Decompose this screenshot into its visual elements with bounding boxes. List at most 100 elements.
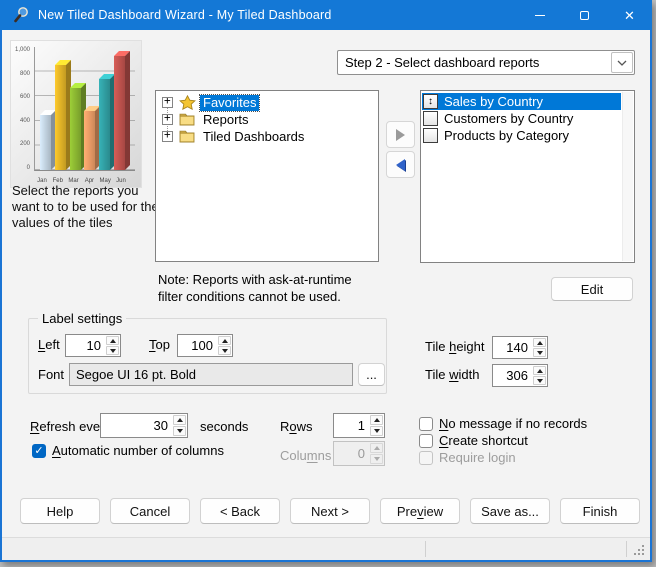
close-button[interactable]: ✕: [607, 0, 652, 30]
expand-plus-icon[interactable]: [162, 97, 173, 108]
spin-down-button[interactable]: [106, 346, 119, 355]
remove-report-button[interactable]: [386, 151, 415, 178]
runtime-filter-note: Note: Reports with ask-at-runtime filter…: [158, 271, 352, 305]
finish-button[interactable]: Finish: [560, 498, 640, 524]
up-arrow-icon: [537, 369, 543, 373]
spin-down-button[interactable]: [370, 426, 383, 436]
spin-down-button[interactable]: [533, 348, 546, 357]
maximize-button[interactable]: [562, 0, 607, 30]
font-label: Font: [38, 367, 64, 382]
tree-item-label: Reports: [200, 112, 252, 128]
spin-down-button[interactable]: [533, 376, 546, 385]
preview-button[interactable]: Preview: [380, 498, 460, 524]
columns-label: Columns: [280, 448, 331, 463]
down-arrow-icon: [177, 429, 183, 433]
back-button[interactable]: < Back: [200, 498, 280, 524]
list-item-label: Customers by Country: [444, 111, 573, 126]
checkbox-icon[interactable]: [419, 417, 433, 431]
spin-up-button[interactable]: [533, 338, 546, 347]
seconds-label: seconds: [200, 419, 248, 434]
require-login-checkbox-row: Require login: [419, 450, 516, 465]
tile-height-spinner[interactable]: 140: [492, 336, 548, 359]
star-icon: [179, 95, 196, 110]
expand-plus-icon[interactable]: [162, 131, 173, 142]
down-arrow-icon: [222, 349, 228, 353]
status-separator: [626, 541, 627, 557]
wizard-caption: Select the reports you want to to be use…: [12, 183, 160, 231]
font-browse-button[interactable]: ...: [358, 363, 385, 386]
spin-up-button[interactable]: [218, 336, 231, 345]
tree-item-reports[interactable]: Reports: [156, 111, 378, 128]
next-button[interactable]: Next >: [290, 498, 370, 524]
status-separator: [425, 541, 426, 557]
require-login-label: Require login: [439, 450, 516, 465]
list-item-products-by-category[interactable]: Products by Category: [422, 127, 621, 144]
spin-down-button[interactable]: [173, 426, 186, 436]
top-spinner[interactable]: 100: [177, 334, 233, 357]
step-selector-dropdown[interactable]: Step 2 - Select dashboard reports: [337, 50, 635, 75]
checkbox-checked-icon[interactable]: [32, 444, 46, 458]
step-selector-value: Step 2 - Select dashboard reports: [338, 55, 611, 70]
status-bar: [2, 537, 650, 560]
down-arrow-icon: [110, 349, 116, 353]
folder-icon: [179, 112, 196, 127]
up-arrow-icon: [537, 341, 543, 345]
list-scrollbar[interactable]: [622, 92, 633, 261]
chart-y-axis: 1,0008006004002000: [11, 47, 32, 171]
no-message-checkbox-row[interactable]: No message if no records: [419, 416, 587, 431]
left-label: Left: [38, 337, 60, 352]
spin-down-button[interactable]: [218, 346, 231, 355]
reorder-updown-icon[interactable]: ↕: [423, 94, 438, 109]
add-report-button[interactable]: [386, 121, 415, 148]
up-arrow-icon: [222, 339, 228, 343]
tile-height-label: Tile height: [425, 339, 485, 354]
spin-up-button[interactable]: [173, 415, 186, 425]
tree-item-tiled-dashboards[interactable]: Tiled Dashboards: [156, 128, 378, 145]
reorder-placeholder-box: [423, 128, 438, 143]
help-button[interactable]: Help: [20, 498, 100, 524]
refresh-spinner[interactable]: 30: [100, 413, 188, 438]
minimize-icon: [535, 15, 545, 16]
tree-item-favorites[interactable]: Favorites: [156, 94, 378, 111]
tile-width-spinner[interactable]: 306: [492, 364, 548, 387]
selected-reports-list[interactable]: ↕ Sales by Country Customers by Country …: [420, 90, 635, 263]
left-spinner[interactable]: 10: [65, 334, 121, 357]
chevron-down-icon: [611, 52, 633, 73]
tree-item-label: Favorites: [200, 95, 259, 111]
wizard-chart-image: 1,0008006004002000 JanFebMarAprMayJun: [10, 40, 142, 188]
spin-up-button[interactable]: [533, 366, 546, 375]
columns-spinner: 0: [333, 441, 385, 466]
tree-item-label: Tiled Dashboards: [200, 129, 307, 145]
right-arrow-icon: [396, 129, 405, 141]
expand-plus-icon[interactable]: [162, 114, 173, 125]
create-shortcut-label: Create shortcut: [439, 433, 528, 448]
spin-up-button[interactable]: [370, 415, 383, 425]
down-arrow-icon: [537, 351, 543, 355]
top-label: Top: [149, 337, 170, 352]
font-field[interactable]: Segoe UI 16 pt. Bold: [69, 363, 353, 386]
spin-down-button: [370, 454, 383, 464]
list-item-customers-by-country[interactable]: Customers by Country: [422, 110, 621, 127]
left-arrow-icon: [396, 159, 405, 171]
automatic-columns-label: Automatic number of columns: [52, 443, 224, 458]
edit-button[interactable]: Edit: [551, 277, 633, 301]
down-arrow-icon: [374, 429, 380, 433]
no-message-label: No message if no records: [439, 416, 587, 431]
group-legend: Label settings: [38, 311, 126, 326]
spin-up-button[interactable]: [106, 336, 119, 345]
report-tree[interactable]: Favorites Reports Tiled Dashboards: [155, 90, 379, 262]
resize-grip[interactable]: [634, 545, 636, 547]
minimize-button[interactable]: [517, 0, 562, 30]
folder-icon: [179, 129, 196, 144]
create-shortcut-checkbox-row[interactable]: Create shortcut: [419, 433, 528, 448]
list-item-label: Products by Category: [444, 128, 569, 143]
rows-spinner[interactable]: 1: [333, 413, 385, 438]
save-as-button[interactable]: Save as...: [470, 498, 550, 524]
list-item-sales-by-country[interactable]: ↕ Sales by Country: [422, 93, 621, 110]
checkbox-icon[interactable]: [419, 434, 433, 448]
reorder-placeholder-box: [423, 111, 438, 126]
cancel-button[interactable]: Cancel: [110, 498, 190, 524]
automatic-columns-checkbox-row[interactable]: Automatic number of columns: [32, 443, 224, 458]
up-arrow-icon: [374, 418, 380, 422]
list-item-label: Sales by Country: [444, 94, 543, 109]
